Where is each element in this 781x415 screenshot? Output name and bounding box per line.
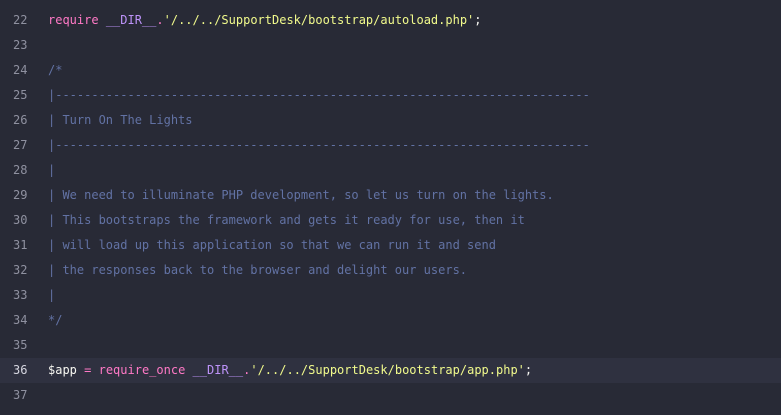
line-code: | We need to illuminate PHP development,… — [48, 183, 554, 208]
line-gutter: 29 — [0, 183, 40, 208]
code-line[interactable]: 34 */ — [0, 308, 781, 333]
code-line[interactable]: 23 — [0, 33, 781, 58]
line-code: |---------------------------------------… — [48, 133, 590, 158]
code-line[interactable]: 27 |-------------------------------------… — [0, 133, 781, 158]
code-token-comment: | will load up this application so that … — [48, 238, 496, 252]
line-gutter: 23 — [0, 33, 40, 58]
line-gutter: 31 — [0, 233, 40, 258]
code-token-comment: |---------------------------------------… — [48, 88, 590, 102]
line-number: 32 — [13, 263, 28, 277]
line-code: | will load up this application so that … — [48, 233, 496, 258]
code-token-const: __DIR__ — [192, 363, 244, 377]
line-code: $app = require_once __DIR__.'/../../Supp… — [48, 358, 532, 383]
code-token-punct: ; — [524, 363, 533, 377]
line-gutter: 27 — [0, 133, 40, 158]
line-gutter: 26 — [0, 108, 40, 133]
code-token-comment: | the responses back to the browser and … — [48, 263, 468, 277]
code-editor[interactable]: 22 require __DIR__.'/../../SupportDesk/bo… — [0, 0, 781, 415]
line-gutter: 22 — [0, 8, 40, 33]
line-code: | — [48, 158, 55, 183]
line-number: 23 — [13, 38, 28, 52]
code-token-punct: ; — [474, 13, 482, 27]
line-gutter: 30 — [0, 208, 40, 233]
code-line[interactable]: 30 | This bootstraps the framework and ge… — [0, 208, 781, 233]
code-token-comment: | This bootstraps the framework and gets… — [48, 213, 525, 227]
line-gutter: 33 — [0, 283, 40, 308]
code-line[interactable]: 25 |-------------------------------------… — [0, 83, 781, 108]
line-gutter: 32 — [0, 258, 40, 283]
line-gutter: 28 — [0, 158, 40, 183]
line-number: 24 — [13, 63, 28, 77]
line-gutter: 37 — [0, 383, 40, 408]
code-token-comment: | — [48, 288, 56, 302]
line-gutter: 34 — [0, 308, 40, 333]
code-line[interactable]: 26 | Turn On The Lights — [0, 108, 781, 133]
code-line[interactable]: 36 $app = require_once __DIR__.'/../../Su… — [0, 358, 781, 383]
code-token-comment: | Turn On The Lights — [48, 113, 193, 127]
line-gutter: 25 — [0, 83, 40, 108]
line-number: 31 — [13, 238, 28, 252]
line-code: | the responses back to the browser and … — [48, 258, 467, 283]
line-number: 30 — [13, 213, 28, 227]
line-code: /* — [48, 58, 62, 83]
line-gutter: 36 — [0, 358, 40, 383]
code-token-comment: /* — [48, 63, 63, 77]
line-number: 26 — [13, 113, 28, 127]
code-line[interactable]: 29 | We need to illuminate PHP developmen… — [0, 183, 781, 208]
line-number: 34 — [13, 313, 28, 327]
line-number: 28 — [13, 163, 28, 177]
code-line[interactable]: 35 — [0, 333, 781, 358]
code-token-comment: | — [48, 163, 56, 177]
line-number: 35 — [13, 338, 28, 352]
line-number: 27 — [13, 138, 28, 152]
code-token-comment: |---------------------------------------… — [48, 138, 590, 152]
code-token-comment: | We need to illuminate PHP development,… — [48, 188, 554, 202]
code-token-comment: */ — [48, 313, 63, 327]
code-line[interactable]: 33 | — [0, 283, 781, 308]
code-line[interactable]: 28 | — [0, 158, 781, 183]
line-number: 22 — [13, 13, 28, 27]
line-number: 25 — [13, 88, 28, 102]
line-code: | Turn On The Lights — [48, 108, 193, 133]
code-token-op: . — [156, 13, 164, 27]
line-gutter: 24 — [0, 58, 40, 83]
line-code: | — [48, 283, 55, 308]
code-line[interactable]: 22 require __DIR__.'/../../SupportDesk/bo… — [0, 8, 781, 33]
line-code: require __DIR__.'/../../SupportDesk/boot… — [48, 8, 482, 33]
code-line[interactable]: 37 — [0, 383, 781, 408]
code-token-kw: require_once — [98, 363, 186, 377]
code-token-str: '/../../SupportDesk/bootstrap/app.php' — [250, 363, 525, 377]
line-code: | This bootstraps the framework and gets… — [48, 208, 525, 233]
code-line[interactable]: 32 | the responses back to the browser an… — [0, 258, 781, 283]
line-number: 33 — [13, 288, 28, 302]
line-number: 36 — [13, 363, 28, 377]
line-code: */ — [48, 308, 62, 333]
code-token-const: __DIR__ — [105, 13, 157, 27]
line-number: 29 — [13, 188, 28, 202]
code-token-kw: require — [48, 13, 99, 27]
code-line[interactable]: 31 | will load up this application so tha… — [0, 233, 781, 258]
code-token-str: '/../../SupportDesk/bootstrap/autoload.p… — [163, 13, 475, 27]
line-code: |---------------------------------------… — [48, 83, 590, 108]
code-line[interactable]: 24 /* — [0, 58, 781, 83]
code-token-var: $app — [48, 363, 77, 377]
line-number: 37 — [13, 388, 28, 402]
line-gutter: 35 — [0, 333, 40, 358]
